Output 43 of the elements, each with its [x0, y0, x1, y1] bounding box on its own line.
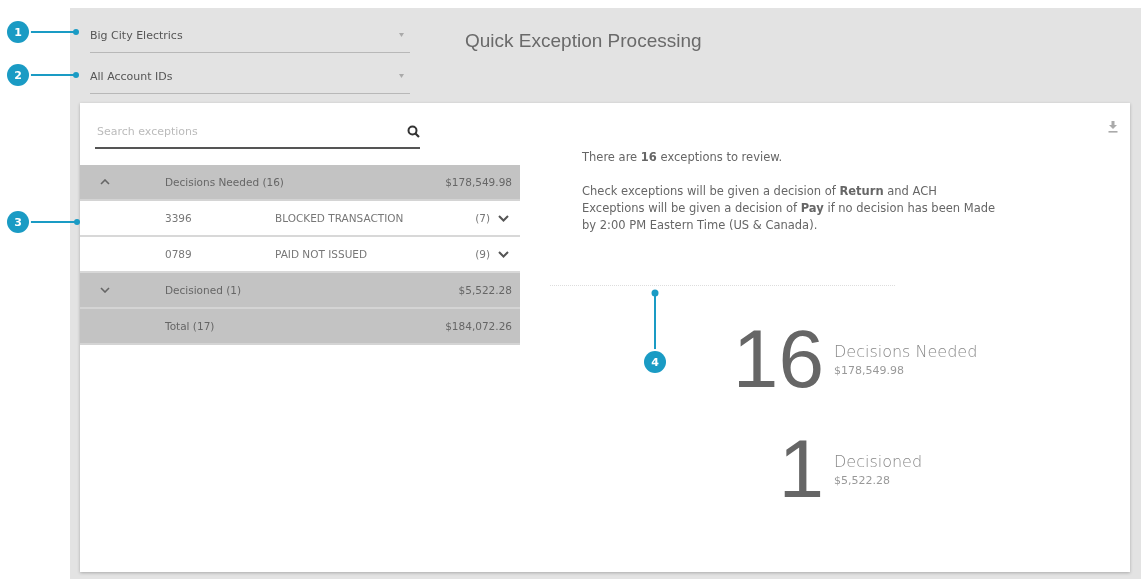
search-field[interactable]: Search exceptions [95, 123, 407, 139]
callout-number: 3 [7, 211, 29, 233]
total-label: Total (17) [165, 320, 216, 332]
group-amount: $178,549.98 [445, 176, 512, 188]
exception-row[interactable]: 0789 PAID NOT ISSUED (9) [80, 237, 520, 273]
stat-count: 16 [731, 319, 824, 399]
leader-line [29, 72, 79, 78]
exception-type-cell-text: PAID NOT ISSUED [275, 248, 369, 260]
account-dropdown[interactable]: Big City Electrics [90, 18, 410, 53]
group-label: Decisions Needed (16) [165, 176, 285, 188]
stat-amount: $5,522.28 [834, 473, 891, 487]
dropdown-arrow-icon [399, 33, 404, 37]
group-amount: $5,522.28 [458, 284, 512, 296]
chevron-down-icon[interactable] [498, 250, 509, 258]
leader-line [29, 29, 79, 35]
info-text: There are 16 exceptions to review. [582, 149, 784, 166]
stat-label: Decisioned [834, 451, 924, 471]
page-title: Quick Exception Processing [465, 29, 702, 53]
info-text: Check exceptions will be given a decision of Return and ACH Exceptions will be given a decision of Pay if no decision has been Made by 2:00 PM Eastern Time (US & Canada). [582, 183, 997, 234]
stat-amount: $178,549.98 [834, 363, 905, 377]
count-cell: (9) [475, 248, 490, 260]
caret-up-icon[interactable] [100, 179, 110, 185]
stat-label: Decisions Needed [834, 341, 978, 361]
chevron-down-icon[interactable] [498, 214, 509, 222]
group-row[interactable]: Decisioned (1) $5,522.28 [80, 273, 520, 309]
callout-number: 4 [644, 351, 666, 373]
account-cell-text: 0789 [165, 248, 193, 260]
exception-row[interactable]: 3396 BLOCKED TRANSACTION (7) [80, 201, 520, 237]
account-cell-text: 3396 [165, 212, 193, 224]
leader-line [651, 289, 659, 351]
stat-count: 1 [777, 429, 824, 509]
callout-number: 1 [7, 21, 29, 43]
callout-number: 2 [7, 64, 29, 86]
exception-type-cell-text: BLOCKED TRANSACTION [275, 212, 405, 224]
total-amount: $184,072.26 [445, 320, 512, 332]
count-cell: (7) [475, 212, 490, 224]
leader-line [29, 219, 80, 225]
search-icon[interactable] [407, 124, 420, 138]
dropdown-arrow-icon [399, 74, 404, 78]
caret-down-icon[interactable] [100, 287, 110, 293]
group-label: Decisioned (1) [165, 284, 243, 296]
account-dropdown[interactable]: All Account IDs [90, 59, 410, 94]
group-row[interactable]: Decisions Needed (16) $178,549.98 [80, 165, 520, 201]
